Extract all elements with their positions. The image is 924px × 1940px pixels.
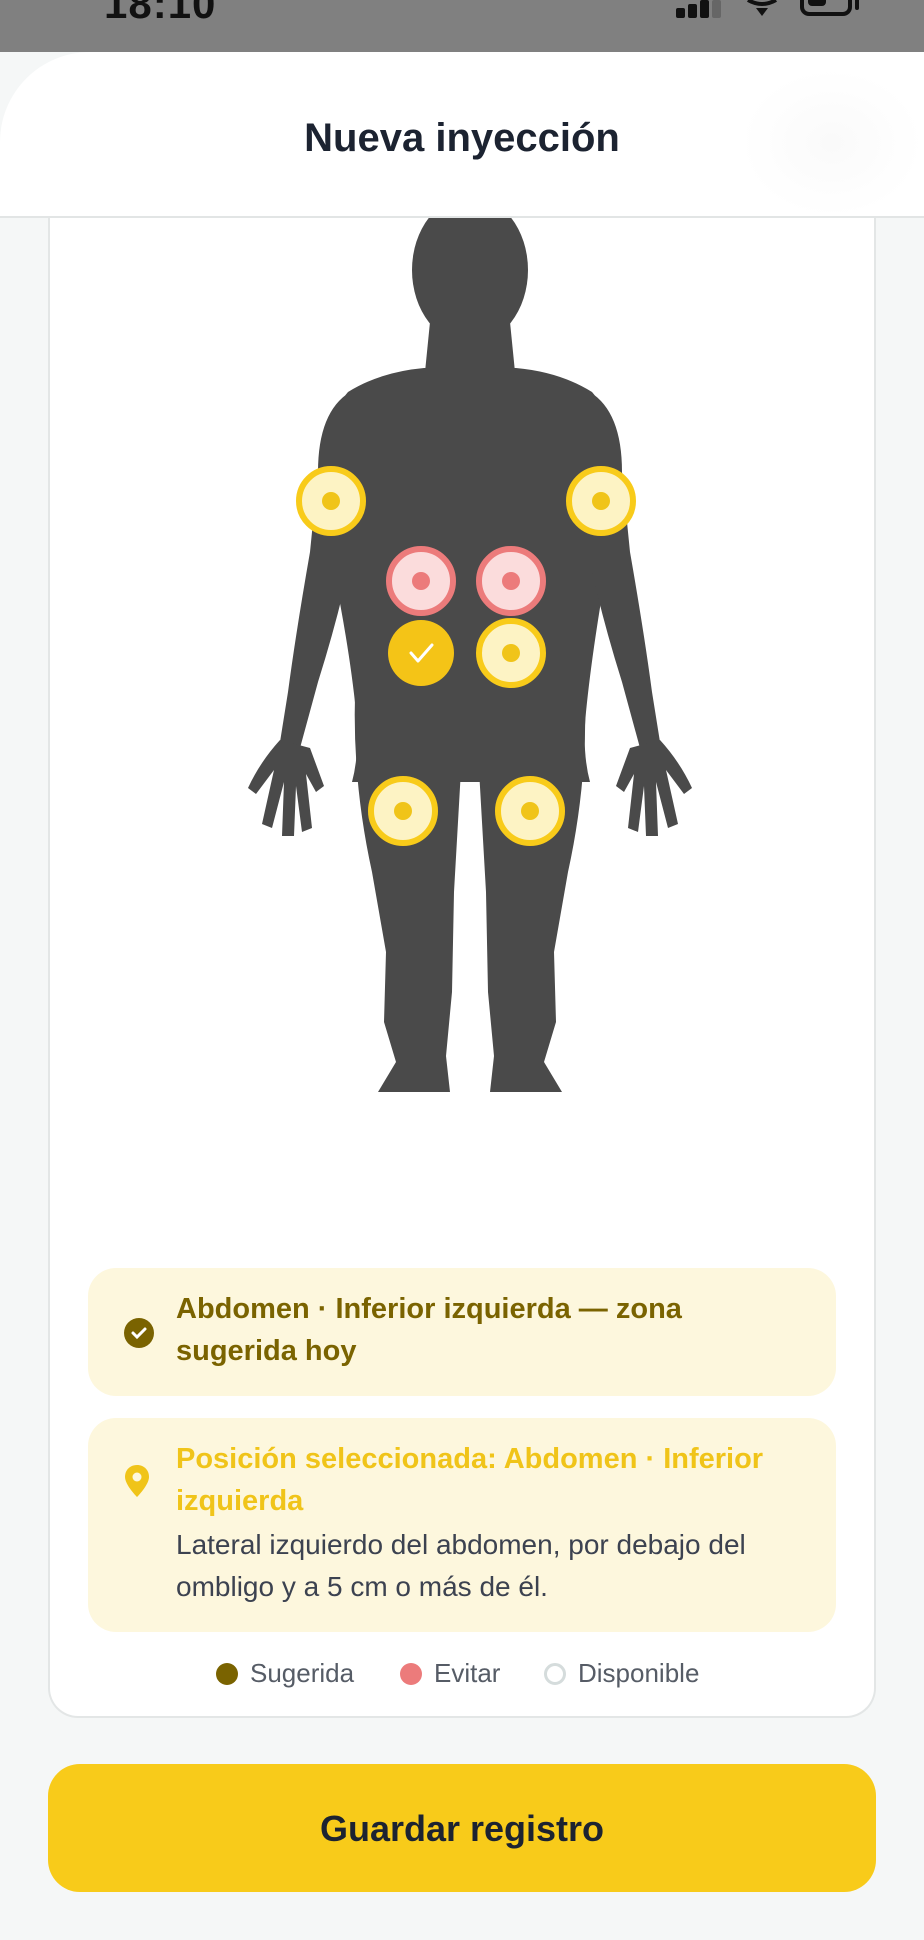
site-thigh-left[interactable] (495, 776, 565, 846)
sheet: Abdomen · Inferior izquierda — zona suge… (0, 52, 924, 1940)
location-pin-icon (125, 1465, 149, 1497)
site-abdomen-upper-left[interactable] (476, 546, 546, 616)
suggestion-text: Abdomen · Inferior izquierda — zona suge… (176, 1293, 682, 1367)
header-shadow (740, 68, 924, 218)
legend-label-available: Disponible (578, 1658, 700, 1688)
battery-nub (855, 0, 859, 10)
site-upper-arm-right[interactable] (296, 466, 366, 536)
site-abdomen-lower-right[interactable] (388, 620, 454, 686)
check-circle-icon (124, 1318, 154, 1348)
legend-item-avoid: Evitar (400, 1658, 500, 1689)
legend: Sugerida Evitar Disponible (0, 1658, 924, 1698)
selection-panel: Posición seleccionada: Abdomen · Inferio… (88, 1418, 836, 1632)
legend-item-suggested: Sugerida (216, 1658, 354, 1689)
suggestion-banner: Abdomen · Inferior izquierda — zona suge… (88, 1268, 836, 1396)
legend-item-available: Disponible (544, 1658, 699, 1689)
wifi-icon (747, 0, 777, 16)
site-abdomen-upper-right[interactable] (386, 546, 456, 616)
available-dot-icon (544, 1662, 566, 1685)
signal-icon (676, 0, 721, 18)
status-bar: 18:10 (0, 0, 924, 52)
legend-label-suggested: Sugerida (250, 1658, 355, 1688)
screen: 18:10 Abdomen · Inferior izquierda — zon… (0, 0, 924, 1940)
site-thigh-right[interactable] (368, 776, 438, 846)
site-upper-arm-left[interactable] (566, 466, 636, 536)
legend-label-avoid: Evitar (434, 1658, 501, 1688)
battery-icon (800, 0, 852, 16)
body-silhouette (248, 196, 692, 1092)
site-abdomen-lower-left[interactable] (476, 618, 546, 688)
suggested-dot-icon (216, 1662, 238, 1685)
selection-description: Lateral izquierdo del abdomen, por debaj… (176, 1529, 746, 1602)
save-button[interactable]: Guardar registro (48, 1764, 876, 1892)
avoid-dot-icon (400, 1662, 422, 1685)
selection-title: Posición seleccionada: Abdomen · Inferio… (176, 1443, 764, 1517)
header: Nueva inyección (0, 52, 924, 218)
status-time: 18:10 (104, 0, 217, 27)
